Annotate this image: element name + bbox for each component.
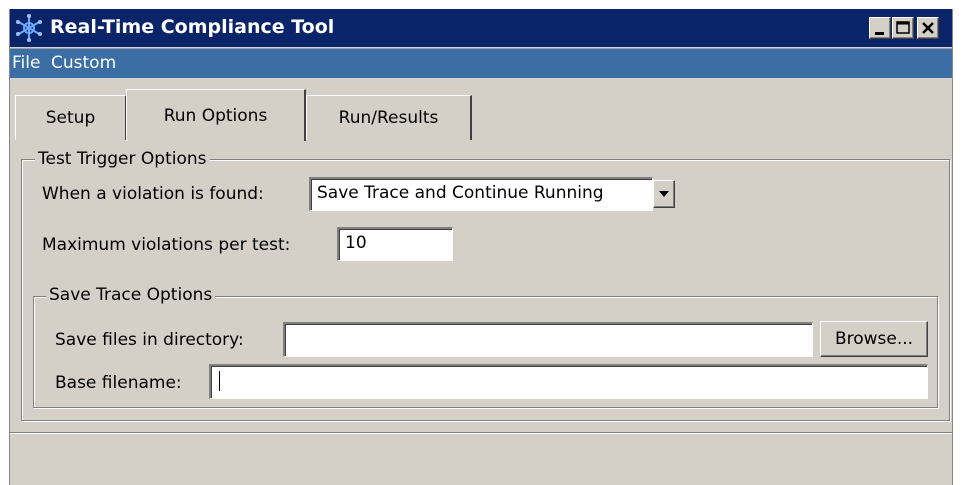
maximize-button[interactable] bbox=[892, 17, 914, 39]
base-filename-label: Base filename: bbox=[55, 373, 182, 393]
minimize-icon bbox=[875, 32, 884, 35]
maximize-icon bbox=[896, 21, 910, 34]
tab-setup-label: Setup bbox=[45, 108, 96, 128]
tab-run-results-label: Run/Results bbox=[338, 108, 439, 128]
tab-run-results[interactable]: Run/Results bbox=[306, 95, 472, 140]
menu-custom[interactable]: Custom bbox=[51, 53, 116, 73]
menu-file[interactable]: File bbox=[12, 53, 40, 73]
browse-button-label: Browse... bbox=[834, 329, 914, 349]
tab-run-options-label: Run Options bbox=[163, 105, 268, 126]
violation-action-dropdown-button[interactable] bbox=[653, 180, 675, 208]
close-icon bbox=[922, 22, 934, 34]
window-title: Real-Time Compliance Tool bbox=[50, 16, 335, 38]
save-directory-label: Save files in directory: bbox=[55, 330, 244, 350]
save-trace-options-legend: Save Trace Options bbox=[46, 285, 216, 305]
max-violations-value: 10 bbox=[345, 233, 367, 253]
text-caret bbox=[219, 371, 220, 391]
close-button[interactable] bbox=[917, 17, 939, 39]
app-window: Real-Time Compliance Tool File Custom Se… bbox=[9, 9, 953, 485]
tab-strip: Setup Run Options Run/Results bbox=[10, 79, 952, 141]
violation-action-label: When a violation is found: bbox=[42, 184, 264, 204]
save-directory-input[interactable] bbox=[283, 322, 813, 357]
tab-run-options[interactable]: Run Options bbox=[126, 89, 306, 141]
test-trigger-options-legend: Test Trigger Options bbox=[35, 149, 210, 169]
snowflake-icon bbox=[16, 14, 42, 42]
base-filename-input[interactable] bbox=[209, 364, 928, 399]
bottom-separator bbox=[10, 432, 952, 434]
max-violations-input[interactable]: 10 bbox=[337, 227, 453, 261]
max-violations-label: Maximum violations per test: bbox=[42, 235, 291, 255]
title-bar[interactable]: Real-Time Compliance Tool bbox=[10, 9, 952, 47]
browse-button[interactable]: Browse... bbox=[820, 321, 928, 357]
menu-bar: File Custom bbox=[10, 48, 952, 78]
minimize-button[interactable] bbox=[869, 17, 891, 39]
tab-setup[interactable]: Setup bbox=[15, 95, 127, 140]
violation-action-value: Save Trace and Continue Running bbox=[317, 183, 604, 203]
violation-action-select[interactable]: Save Trace and Continue Running bbox=[309, 177, 653, 211]
chevron-down-icon bbox=[659, 191, 669, 197]
